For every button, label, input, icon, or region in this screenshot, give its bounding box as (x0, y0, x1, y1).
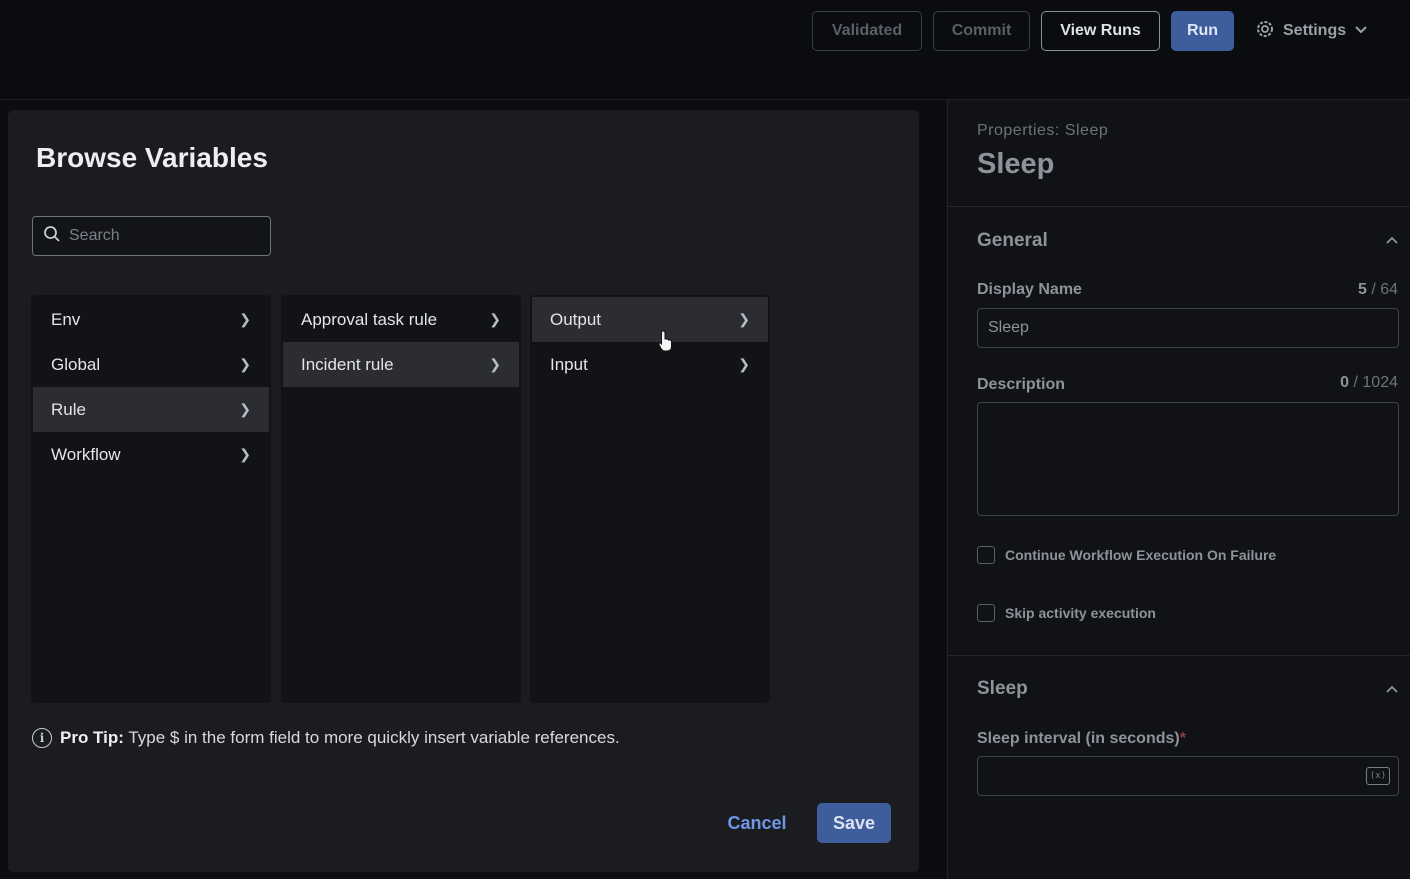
settings-menu[interactable]: Settings (1255, 11, 1368, 51)
chevron-up-icon[interactable] (1386, 233, 1398, 248)
column-item-workflow[interactable]: Workflow ❯ (33, 432, 269, 477)
browse-variables-modal: Browse Variables Env❯ Global❯ Rule❯ Work… (8, 110, 919, 872)
save-button[interactable]: Save (817, 803, 891, 843)
validated-button[interactable]: Validated (812, 11, 922, 51)
continue-on-failure-label: Continue Workflow Execution On Failure (1005, 547, 1277, 563)
column-item-env[interactable]: Env ❯ (33, 297, 269, 342)
gear-icon (1255, 19, 1275, 44)
chevron-right-icon: ❯ (239, 311, 251, 327)
chevron-right-icon: ❯ (239, 356, 251, 372)
chevron-right-icon: ❯ (738, 311, 750, 327)
search-box[interactable] (32, 216, 271, 256)
chevron-down-icon (1354, 22, 1368, 40)
display-name-field[interactable]: Sleep (977, 308, 1399, 348)
search-icon (43, 225, 61, 248)
panel-title: Sleep (977, 148, 1055, 180)
pro-tip-text: Type $ in the form field to more quickly… (128, 728, 620, 747)
general-section-title: General (977, 230, 1048, 251)
properties-panel: Properties: Sleep Sleep General Display … (947, 100, 1410, 879)
continue-on-failure-row[interactable]: Continue Workflow Execution On Failure (977, 546, 1276, 564)
skip-activity-checkbox[interactable] (977, 604, 995, 622)
description-label: Description (977, 376, 1066, 393)
top-bar: Validated Commit View Runs Run Settings (0, 0, 1410, 100)
run-button[interactable]: Run (1171, 11, 1234, 51)
chevron-right-icon: ❯ (489, 356, 501, 372)
variable-picker-icon[interactable]: (x) (1366, 767, 1390, 785)
divider (948, 206, 1410, 207)
continue-on-failure-checkbox[interactable] (977, 546, 995, 564)
settings-label: Settings (1283, 22, 1347, 39)
description-field[interactable] (977, 402, 1399, 516)
info-icon: i (32, 728, 52, 748)
variables-column-3: Output ❯ Input ❯ (530, 295, 770, 703)
sleep-section-title: Sleep (977, 678, 1028, 699)
pro-tip-label: Pro Tip: (60, 728, 124, 747)
column-item-output[interactable]: Output ❯ (532, 297, 768, 342)
column-item-rule[interactable]: Rule ❯ (33, 387, 269, 432)
cancel-button[interactable]: Cancel (722, 803, 792, 843)
chevron-right-icon: ❯ (738, 356, 750, 372)
view-runs-button[interactable]: View Runs (1041, 11, 1160, 51)
description-counter: 0 / 1024 (1340, 374, 1398, 391)
modal-title: Browse Variables (36, 142, 268, 173)
chevron-up-icon[interactable] (1386, 682, 1398, 697)
skip-activity-label: Skip activity execution (1005, 605, 1156, 621)
chevron-right-icon: ❯ (239, 446, 251, 462)
variables-column-2: Approval task rule ❯ Incident rule ❯ (281, 295, 521, 703)
variables-column-1: Env ❯ Global ❯ Rule ❯ Workflow ❯ (31, 295, 271, 703)
skip-activity-row[interactable]: Skip activity execution (977, 604, 1156, 622)
column-item-global[interactable]: Global ❯ (33, 342, 269, 387)
sleep-interval-input[interactable]: (x) (977, 756, 1399, 796)
chevron-right-icon: ❯ (239, 401, 251, 417)
sleep-interval-label: Sleep interval (in seconds)* (977, 730, 1186, 747)
chevron-right-icon: ❯ (489, 311, 501, 327)
column-item-incident-rule[interactable]: Incident rule ❯ (283, 342, 519, 387)
search-input[interactable] (69, 227, 259, 245)
pro-tip: i Pro Tip: Type $ in the form field to m… (32, 728, 620, 748)
divider (948, 655, 1410, 656)
pointer-cursor-icon (658, 330, 674, 357)
commit-button[interactable]: Commit (933, 11, 1030, 51)
display-name-label: Display Name (977, 281, 1082, 298)
panel-subtitle: Properties: Sleep (977, 122, 1109, 139)
required-mark: * (1179, 730, 1186, 747)
column-item-input[interactable]: Input ❯ (532, 342, 768, 387)
column-item-approval-task-rule[interactable]: Approval task rule ❯ (283, 297, 519, 342)
display-name-counter: 5 / 64 (1357, 281, 1398, 298)
